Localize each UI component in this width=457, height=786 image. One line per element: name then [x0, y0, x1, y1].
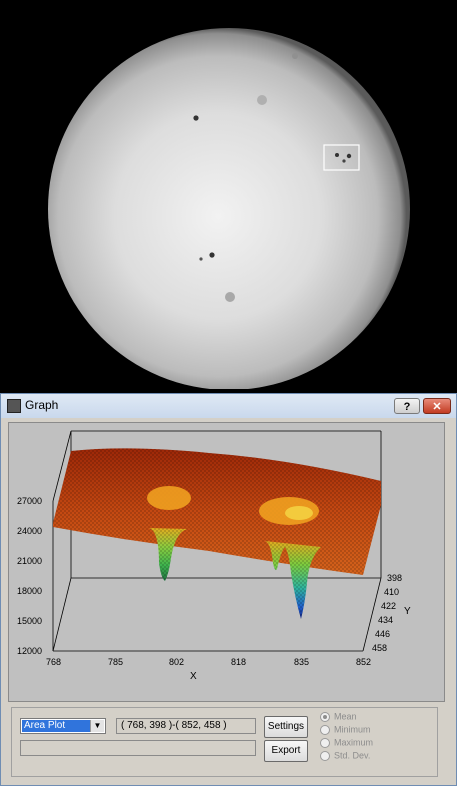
graph-window-icon [7, 399, 21, 413]
x-axis: 768 785 802 818 835 852 X [46, 657, 371, 682]
y-axis: 398 410 422 434 446 458 Y [372, 573, 411, 653]
x-tick-label: 802 [169, 657, 184, 667]
y-tick-label: 458 [372, 643, 387, 653]
sunspot [193, 115, 199, 121]
z-tick-label: 15000 [17, 616, 42, 626]
y-tick-label: 434 [378, 615, 393, 625]
controls-panel: Area Plot ▼ ( 768, 398 )-( 852, 458 ) Se… [11, 707, 438, 777]
radio-std-dev[interactable]: Std. Dev. [320, 750, 370, 762]
chevron-down-icon[interactable]: ▼ [90, 720, 104, 732]
z-tick-label: 27000 [17, 496, 42, 506]
z-tick-label: 21000 [17, 556, 42, 566]
export-button[interactable]: Export [264, 740, 308, 762]
graph-window: Graph ? ✕ 27000 24000 21000 18000 15000 … [0, 393, 457, 786]
plot-type-value: Area Plot [22, 720, 91, 732]
y-axis-label: Y [404, 606, 411, 617]
radio-mean[interactable]: Mean [320, 711, 357, 723]
sun-image [0, 0, 457, 390]
surface-plot: 27000 24000 21000 18000 15000 12000 768 … [17, 430, 411, 682]
radio-button[interactable] [320, 711, 330, 722]
z-tick-label: 24000 [17, 526, 42, 536]
z-tick-label: 18000 [17, 586, 42, 596]
x-tick-label: 785 [108, 657, 123, 667]
sunspot [346, 153, 352, 159]
sun-disk [48, 28, 410, 390]
radio-minimum[interactable]: Minimum [320, 724, 371, 736]
radio-button[interactable] [320, 750, 330, 761]
radio-maximum[interactable]: Maximum [320, 737, 373, 749]
window-title: Graph [25, 398, 59, 412]
x-tick-label: 835 [294, 657, 309, 667]
selection-range-field: ( 768, 398 )-( 852, 458 ) [116, 718, 256, 734]
sunspot [199, 257, 203, 261]
x-tick-label: 852 [356, 657, 371, 667]
sunspot [292, 53, 298, 59]
y-tick-label: 398 [387, 573, 402, 583]
y-tick-label: 410 [384, 587, 399, 597]
radio-label: Std. Dev. [334, 750, 371, 761]
title-bar[interactable]: Graph ? ✕ [1, 394, 456, 418]
solar-image-view[interactable] [0, 0, 457, 390]
surface-highlight [147, 486, 191, 510]
radio-label: Mean [334, 711, 357, 722]
sunspot [335, 153, 339, 157]
z-tick-label: 12000 [17, 646, 42, 656]
radio-button[interactable] [320, 737, 330, 748]
radio-button[interactable] [320, 724, 330, 735]
sunspot-faint [225, 292, 235, 302]
plot-panel[interactable]: 27000 24000 21000 18000 15000 12000 768 … [8, 422, 445, 702]
plot-type-dropdown[interactable]: Area Plot ▼ [20, 718, 106, 734]
sunspot [342, 159, 346, 163]
settings-button[interactable]: Settings [264, 716, 308, 738]
x-tick-label: 768 [46, 657, 61, 667]
y-tick-label: 446 [375, 629, 390, 639]
radio-label: Maximum [334, 737, 374, 748]
radio-label: Minimum [334, 724, 371, 735]
x-tick-label: 818 [231, 657, 246, 667]
help-button[interactable]: ? [394, 398, 420, 414]
close-button[interactable]: ✕ [423, 398, 451, 414]
status-field [20, 740, 256, 756]
sunspot [209, 252, 215, 258]
z-axis: 27000 24000 21000 18000 15000 12000 [17, 496, 42, 656]
x-axis-label: X [190, 671, 197, 682]
sunspot-faint [257, 95, 267, 105]
y-tick-label: 422 [381, 601, 396, 611]
